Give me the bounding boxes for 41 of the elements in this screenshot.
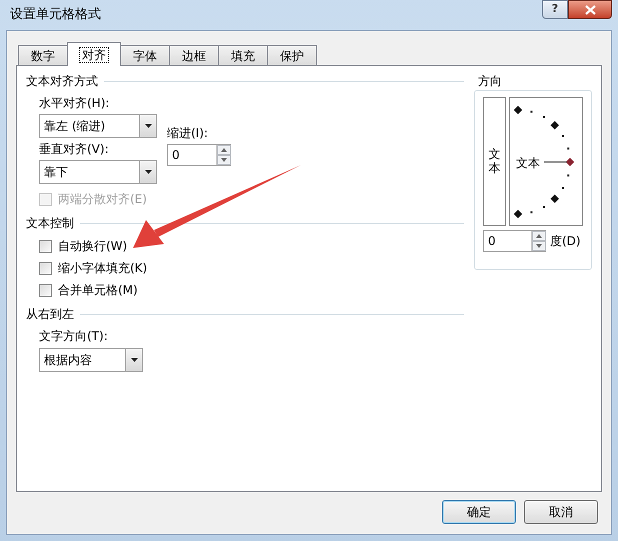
- dialog-button[interactable]: 确定: [442, 500, 516, 524]
- dropdown[interactable]: 靠左 (缩进): [39, 114, 157, 138]
- help-button[interactable]: ?: [542, 0, 568, 19]
- spinner-icon: [216, 145, 230, 165]
- number-field[interactable]: 0: [167, 144, 231, 166]
- window-title: 设置单元格格式: [9, 6, 101, 24]
- tab[interactable]: 保护: [267, 45, 317, 65]
- checkbox-label: 两端分散对齐(E): [58, 191, 147, 208]
- checkbox-label: 自动换行(W): [58, 238, 128, 255]
- close-icon: [584, 4, 596, 14]
- group-title: 文本对齐方式: [26, 73, 98, 90]
- dropdown[interactable]: 根据内容: [39, 348, 143, 372]
- spinner-icon: [531, 231, 545, 251]
- number-field[interactable]: 0: [483, 230, 546, 252]
- tab[interactable]: 边框: [169, 45, 219, 65]
- checkbox-label: 缩小字体填充(K): [58, 260, 148, 277]
- caret-icon: [139, 161, 156, 183]
- field-label: 垂直对齐(V):: [39, 141, 110, 158]
- tab[interactable]: 数字: [18, 45, 68, 65]
- tab[interactable]: 填充: [218, 45, 268, 65]
- dial-text: 文本: [516, 155, 540, 172]
- tab[interactable]: 对齐: [67, 42, 121, 66]
- close-button[interactable]: [568, 0, 612, 19]
- checkbox[interactable]: [39, 262, 52, 274]
- group-title: 从右到左: [26, 306, 74, 323]
- caret-icon: [125, 349, 142, 371]
- field-label: 缩进(I):: [167, 125, 209, 142]
- caret-icon: [139, 115, 156, 137]
- field-label: 度(D): [550, 233, 581, 250]
- group-title: 文本控制: [26, 215, 74, 232]
- vertical-text-option[interactable]: 文本: [483, 97, 506, 226]
- checkbox[interactable]: [39, 240, 52, 252]
- field-label: 水平对齐(H):: [39, 95, 110, 112]
- dialog-button[interactable]: 取消: [524, 500, 598, 524]
- group-title: 方向: [477, 73, 503, 90]
- orientation-dial[interactable]: 文本: [509, 97, 583, 226]
- dropdown[interactable]: 靠下: [39, 160, 157, 184]
- field-label: 文字方向(T):: [39, 328, 109, 345]
- tab[interactable]: 字体: [120, 45, 170, 65]
- checkbox[interactable]: [39, 284, 52, 296]
- checkbox-label: 合并单元格(M): [58, 282, 138, 299]
